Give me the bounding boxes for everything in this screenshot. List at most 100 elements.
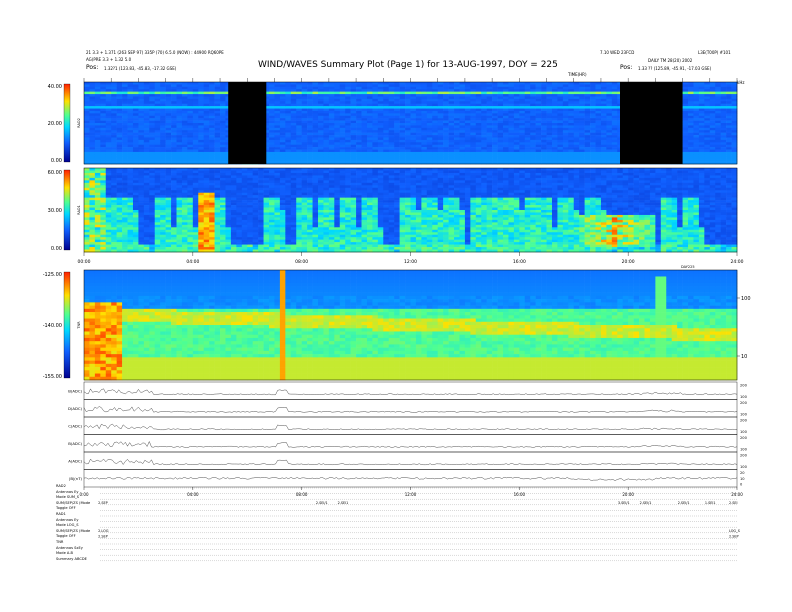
spectrogram-cell (437, 151, 444, 155)
spectrogram-cell (388, 101, 395, 104)
spectrogram-cell (698, 106, 705, 109)
spectrogram-cell (116, 224, 123, 228)
spectrogram-cell (203, 84, 210, 88)
spectrogram-cell (688, 127, 694, 131)
spectrogram-cell (285, 103, 292, 107)
spectrogram-cell (497, 84, 504, 88)
spectrogram-cell (181, 222, 188, 226)
spectrogram-cell (704, 84, 711, 88)
spectrogram-cell (203, 210, 210, 213)
spectrogram-cell (187, 212, 194, 216)
spectrogram-cell (171, 219, 177, 223)
spectrogram-cell (405, 82, 411, 85)
spectrogram-cell (568, 86, 575, 90)
spectrogram-cell (143, 96, 150, 100)
spectrogram-cell (682, 127, 689, 131)
spectrogram-cell (269, 113, 275, 117)
spectrogram-cell (524, 118, 531, 121)
spectrogram-cell (551, 94, 558, 97)
spectrogram-cell (94, 115, 101, 119)
spectrogram-cell (579, 89, 585, 92)
spectrogram-cell (606, 130, 613, 133)
spectrogram-cell (312, 135, 319, 138)
spectrogram-cell (513, 151, 520, 155)
spectrogram-cell (334, 101, 341, 104)
spectrogram-cell (105, 94, 112, 97)
spectrogram-cell (503, 86, 509, 90)
spectrogram-cell (127, 123, 134, 126)
spectrogram-cell (160, 147, 166, 150)
spectrogram-cell (269, 149, 275, 153)
spectrogram-cell (116, 130, 123, 133)
spectrogram-cell (590, 96, 596, 100)
spectrogram-cell (448, 125, 455, 129)
spectrogram-cell (127, 94, 134, 97)
spectrogram-cell (377, 135, 384, 138)
spectrogram-cell (154, 237, 161, 240)
spectrogram-cell (301, 96, 308, 100)
spectrogram-cell (475, 147, 482, 150)
spectrogram-cell (486, 156, 493, 160)
spectrogram-cell (383, 98, 390, 102)
spectrogram-cell (209, 144, 215, 148)
spectrogram-cell (122, 190, 128, 194)
spectrogram-cell (584, 115, 591, 119)
spectrogram-cell (165, 142, 172, 145)
spectrogram-cell (720, 103, 727, 107)
spectrogram-cell (709, 94, 716, 97)
spectrogram-cell (356, 94, 362, 97)
spectrogram-cell (192, 192, 199, 196)
spectrogram-cell (187, 144, 194, 148)
spectrogram-cell (122, 182, 128, 186)
spectrogram-cell (454, 89, 460, 92)
spectrogram-cell (154, 200, 161, 203)
spectrogram-cell (116, 214, 123, 218)
spectrogram-cell (317, 125, 324, 129)
spectrogram-cell (600, 101, 607, 104)
spectrogram-cell (138, 247, 145, 250)
spectrogram-cell (551, 142, 558, 145)
spectrogram-cell (595, 156, 602, 160)
spectrogram-cell (426, 115, 433, 119)
spectrogram-cell (366, 82, 373, 85)
spectrogram-cell (595, 110, 602, 114)
spectrogram-cell (459, 147, 466, 150)
spectrogram-cell (209, 96, 215, 100)
spectrogram-cell (149, 212, 156, 216)
spectrogram-cell (454, 82, 460, 85)
spectrogram-cell (209, 195, 215, 198)
spectrogram-cell (535, 156, 542, 160)
spectrogram-cell (611, 94, 618, 97)
spectrogram-cell (497, 135, 504, 138)
spectrogram-cell (454, 147, 460, 150)
spectrogram-cell (317, 159, 324, 162)
spectrogram-cell (154, 195, 161, 198)
spectrogram-cell (415, 106, 422, 109)
spectrogram-cell (508, 139, 515, 143)
spectrogram-cell (192, 214, 199, 218)
spectrogram-cell (562, 118, 569, 121)
spectrogram-cell (160, 224, 166, 228)
spectrogram-cell (127, 96, 134, 100)
spectrogram-cell (214, 222, 221, 226)
spectrogram-cell (437, 106, 444, 109)
spectrogram-cell (198, 94, 205, 97)
spectrogram-cell (138, 149, 145, 153)
spectrogram-cell (323, 86, 330, 90)
spectrogram-cell (89, 185, 96, 189)
spectrogram-cell (443, 106, 449, 109)
spectrogram-cell (503, 123, 509, 126)
spectrogram-cell (595, 154, 602, 158)
spectrogram-cell (366, 154, 373, 158)
spectrogram-cell (399, 120, 406, 124)
spectrogram-cell (94, 154, 101, 158)
spectrogram-cell (149, 242, 156, 245)
spectrogram-cell (323, 147, 330, 150)
spectrogram-cell (394, 82, 400, 85)
spectrogram-cell (541, 149, 547, 153)
spectrogram-cell (356, 142, 362, 145)
spectrogram-cell (214, 202, 221, 206)
spectrogram-cell (590, 127, 596, 131)
spectrogram-cell (116, 113, 123, 117)
spectrogram-cell (464, 149, 471, 153)
